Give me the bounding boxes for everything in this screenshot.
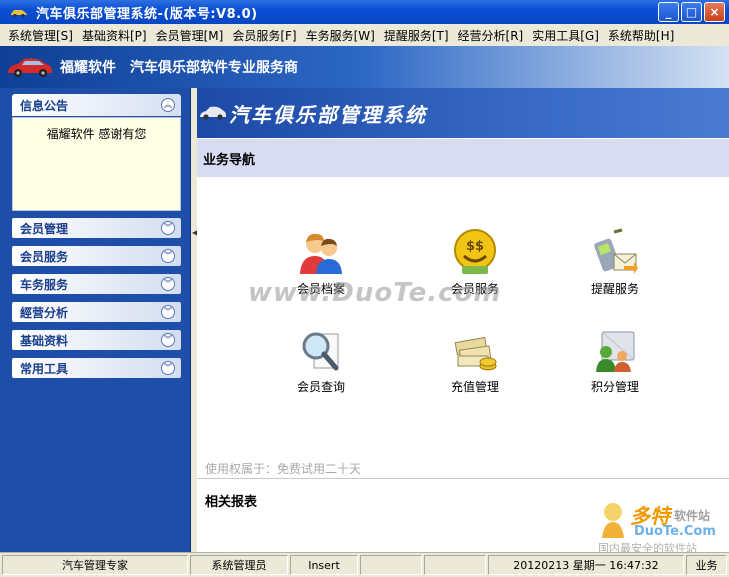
sidebar-section-car-service[interactable]: 车务服务 ︾ — [12, 274, 181, 294]
reminder-phone-icon — [594, 228, 638, 274]
tile-label: 积分管理 — [590, 380, 639, 394]
sidebar-section-label: 常用工具 — [20, 361, 69, 376]
close-button[interactable]: × — [704, 2, 725, 22]
sidebar-section-label: 經营分析 — [20, 305, 69, 320]
related-reports-label: 相关报表 — [205, 495, 258, 510]
chevron-down-icon: ︾ — [161, 361, 175, 375]
tile-points-manage[interactable]: 积分管理 — [565, 326, 665, 395]
minimize-button[interactable]: _ — [658, 2, 679, 22]
menu-system[interactable]: 系统管理[S] — [8, 27, 73, 44]
sidebar-section-label: 基础资料 — [20, 333, 69, 348]
title-bar: 汽车俱乐部管理系统-(版本号:V8.0) _ □ × — [0, 0, 729, 24]
sidebar-section-basic-data[interactable]: 基础资料 ︾ — [12, 330, 181, 350]
business-nav-strip: 业务导航 — [197, 139, 729, 177]
cash-coins-icon — [454, 336, 497, 371]
menu-tools[interactable]: 实用工具[G] — [532, 27, 599, 44]
mascot-icon — [602, 503, 624, 538]
window-title: 汽车俱乐部管理系统-(版本号:V8.0) — [36, 6, 258, 22]
business-nav-label: 业务导航 — [203, 152, 256, 168]
chevron-up-icon[interactable]: ︽ — [161, 98, 175, 112]
silver-car-icon — [200, 106, 226, 120]
sidebar: 信息公告 ︽ 福耀软件 感谢有您 会员管理 ︾ 会员服务 ︾ 车务服务 ︾ 經营… — [0, 88, 191, 552]
status-empty-2 — [424, 555, 486, 575]
tile-label: 会员查询 — [296, 380, 345, 394]
points-people-icon — [596, 331, 635, 372]
brand-banner: 福耀软件 汽车俱乐部软件专业服务商 — [0, 46, 729, 88]
tile-member-query[interactable]: 会员查询 — [271, 326, 371, 395]
money-service-icon: $$ — [454, 229, 496, 274]
menu-bar: 系统管理[S] 基础资料[P] 会员管理[M] 会员服务[F] 车务服务[W] … — [0, 24, 729, 46]
tile-reminder-service[interactable]: 提醒服务 — [565, 228, 665, 297]
svg-text:$$: $$ — [466, 239, 484, 254]
red-car-logo-icon — [8, 58, 52, 77]
notice-panel-header[interactable]: 信息公告 ︽ — [12, 94, 181, 116]
sidebar-section-member-manage[interactable]: 会员管理 ︾ — [12, 218, 181, 238]
center-watermark: www.DuoTe.com — [248, 278, 502, 308]
sidebar-section-analysis[interactable]: 經营分析 ︾ — [12, 302, 181, 322]
tile-label: 提醒服务 — [590, 282, 639, 296]
corner-watermark: 多特 软件站 DuoTe.Com 国内最安全的软件站 — [596, 500, 726, 555]
menu-member-manage[interactable]: 会员管理[M] — [156, 27, 224, 44]
maximize-button[interactable]: □ — [681, 2, 702, 22]
report-divider — [197, 478, 729, 479]
menu-car-service[interactable]: 车务服务[W] — [306, 27, 375, 44]
menu-help[interactable]: 系统帮助[H] — [608, 27, 674, 44]
sidebar-section-tools[interactable]: 常用工具 ︾ — [12, 358, 181, 378]
tile-recharge-manage[interactable]: 充值管理 — [425, 326, 525, 395]
chevron-down-icon: ︾ — [161, 305, 175, 319]
brand-company: 福耀软件 — [60, 60, 116, 76]
watermark-sub: 软件站 — [674, 509, 711, 523]
status-bar: 汽车管理专家 系统管理员 Insert 20120213 星期一 16:47:3… — [0, 552, 729, 577]
notice-panel-body: 福耀软件 感谢有您 — [12, 117, 181, 211]
chevron-down-icon: ︾ — [161, 221, 175, 235]
chevron-down-icon: ︾ — [161, 249, 175, 263]
status-empty-1 — [360, 555, 422, 575]
members-icon — [300, 233, 342, 274]
search-document-icon — [302, 332, 339, 371]
watermark-url: DuoTe.Com — [634, 524, 716, 539]
notice-text: 福耀软件 感谢有您 — [46, 127, 147, 141]
status-app: 汽车管理专家 — [2, 555, 188, 575]
status-datetime: 20120213 星期一 16:47:32 — [488, 555, 684, 575]
menu-reminder[interactable]: 提醒服务[T] — [384, 27, 449, 44]
menu-analysis[interactable]: 经营分析[R] — [458, 27, 524, 44]
status-extra: 业务 — [686, 555, 727, 575]
sidebar-section-label: 会员管理 — [20, 221, 69, 236]
sidebar-section-member-service[interactable]: 会员服务 ︾ — [12, 246, 181, 266]
app-car-icon — [11, 10, 27, 18]
chevron-down-icon: ︾ — [161, 277, 175, 291]
sidebar-section-label: 会员服务 — [20, 249, 69, 264]
status-user: 系统管理员 — [190, 555, 288, 575]
main-header: 汽车俱乐部管理系统 — [197, 88, 729, 138]
chevron-down-icon: ︾ — [161, 333, 175, 347]
status-mode: Insert — [290, 555, 358, 575]
menu-member-service[interactable]: 会员服务[F] — [232, 27, 296, 44]
main-panel: 汽车俱乐部管理系统 业务导航 会员档案 $$ 会员服务 提醒服务 会员查询 充值… — [197, 88, 729, 552]
main-title: 汽车俱乐部管理系统 — [229, 102, 427, 127]
license-text: 使用权属于：免费试用二十天 — [205, 462, 362, 476]
menu-basic-data[interactable]: 基础资料[P] — [82, 27, 147, 44]
tile-label: 充值管理 — [450, 380, 499, 394]
sidebar-section-label: 车务服务 — [20, 277, 69, 292]
brand-slogan: 汽车俱乐部软件专业服务商 — [130, 60, 298, 76]
notice-title: 信息公告 — [20, 98, 69, 113]
